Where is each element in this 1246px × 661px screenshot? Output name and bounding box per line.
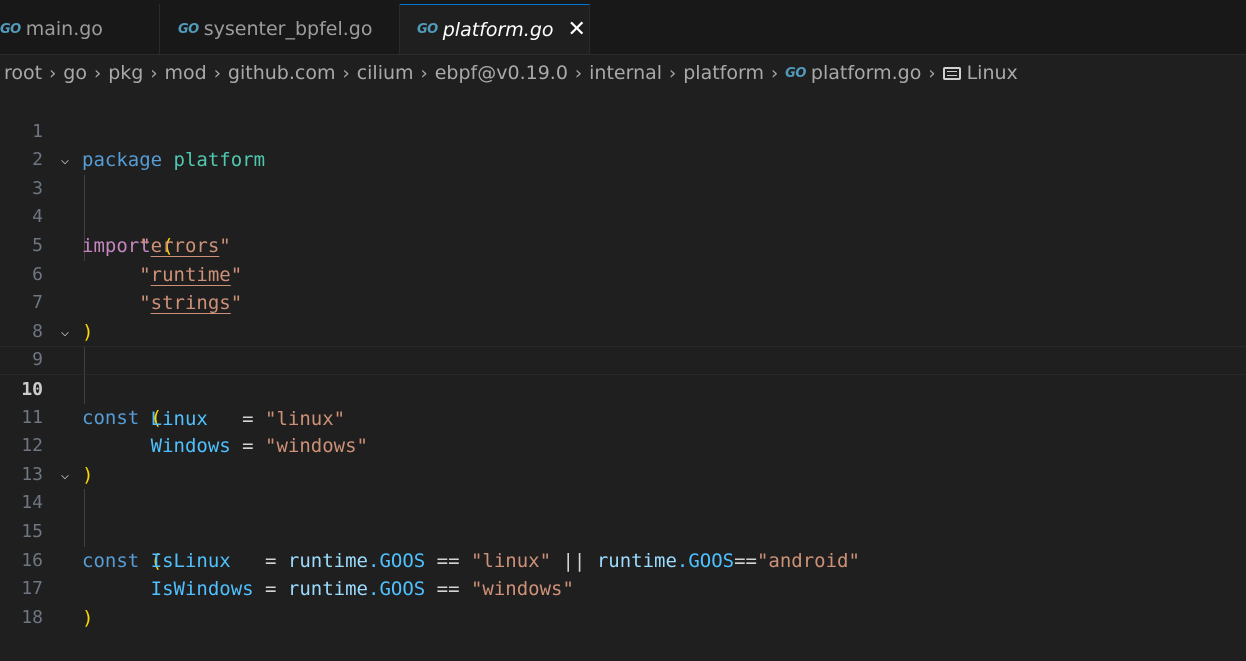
fold-chevron-icon[interactable]: ⌵ (56, 461, 74, 490)
breadcrumb: root › go › pkg › mod › github.com › cil… (4, 58, 1018, 88)
code-line: 16 IsWindows = runtime.GOOS == "windows" (0, 518, 1246, 601)
breadcrumb-label: Linux (966, 62, 1018, 84)
code-line: 9 ⌵ const ( (0, 318, 1246, 429)
close-icon[interactable]: ✕ (568, 17, 586, 42)
breadcrumb-item-mod[interactable]: mod (165, 62, 207, 84)
go-file-icon: GO (178, 21, 199, 37)
chevron-right-icon: › (574, 62, 583, 84)
chevron-right-icon: › (49, 62, 57, 84)
go-file-icon: GO (785, 65, 806, 81)
chevron-right-icon: › (342, 62, 350, 84)
code-line: 8 (0, 289, 1246, 342)
tab-label: platform.go (442, 18, 554, 41)
code-editor[interactable]: 1 package platform 2 3 ⌵ import ( 4 "err… (0, 89, 1246, 629)
code-line: 7 ) (0, 261, 1246, 343)
code-line: 1 package platform (0, 89, 1246, 172)
breadcrumb-item-pkg[interactable]: pkg (108, 62, 143, 84)
code-line: 12 ) (0, 404, 1246, 486)
breadcrumb-item-platform-dir[interactable]: platform (683, 62, 764, 84)
code-line: 17 ) (0, 547, 1246, 629)
code-line: 15 IsLinux = runtime.GOOS == "linux" || … (0, 489, 1246, 572)
code-line: 4 "errors" (0, 175, 1246, 257)
chevron-right-icon: › (420, 62, 428, 84)
tab-sysenter-bpfel-go[interactable]: GO sysenter_bpfel.go (160, 4, 400, 54)
chevron-right-icon: › (928, 62, 936, 84)
chevron-right-icon: › (770, 62, 779, 84)
go-file-icon: GO (0, 21, 21, 37)
breadcrumb-item-internal[interactable]: internal (589, 62, 662, 84)
code-line: 14 ⌵ const ( (0, 461, 1246, 572)
tab-platform-go[interactable]: GO platform.go ✕ (400, 4, 590, 54)
breadcrumb-item-root[interactable]: root (4, 62, 42, 84)
breadcrumb-item-cilium[interactable]: cilium (357, 62, 414, 84)
tab-label: main.go (25, 18, 103, 40)
code-line: 13 (0, 432, 1246, 485)
code-line: 2 (0, 118, 1246, 170)
chevron-right-icon: › (93, 62, 102, 84)
code-line: 6 "strings" (0, 232, 1246, 315)
breadcrumb-item-platform-go[interactable]: GO platform.go (785, 62, 921, 84)
line-number: 18 (21, 606, 43, 628)
editor-tab-bar: GO main.go GO sysenter_bpfel.go GO platf… (0, 0, 1246, 55)
breadcrumb-item-symbol-linux[interactable]: Linux (942, 62, 1018, 84)
breadcrumb-item-github[interactable]: github.com (228, 62, 336, 84)
fold-chevron-icon[interactable]: ⌵ (56, 146, 74, 175)
go-file-icon: GO (417, 22, 438, 37)
code-line-current: 10 Linux = "linux" (0, 346, 1246, 430)
tab-main-go[interactable]: GO main.go (0, 4, 160, 54)
close-paren: ) (82, 606, 94, 629)
chevron-right-icon: › (150, 62, 158, 84)
fold-chevron-icon[interactable]: ⌵ (56, 318, 74, 347)
breadcrumb-item-ebpf[interactable]: ebpf@v0.19.0 (435, 62, 568, 84)
code-line: 18 (0, 575, 1246, 628)
chevron-right-icon: › (669, 62, 677, 84)
breadcrumb-label: platform.go (810, 62, 922, 84)
chevron-right-icon: › (213, 62, 221, 84)
code-line: 3 ⌵ import ( (0, 146, 1246, 257)
code-line: 5 "runtime" (0, 203, 1246, 286)
constant-symbol-icon (942, 66, 961, 80)
breadcrumb-item-go[interactable]: go (63, 62, 87, 84)
tab-label: sysenter_bpfel.go (203, 18, 373, 40)
code-line: 11 Windows = "windows" (0, 375, 1246, 458)
